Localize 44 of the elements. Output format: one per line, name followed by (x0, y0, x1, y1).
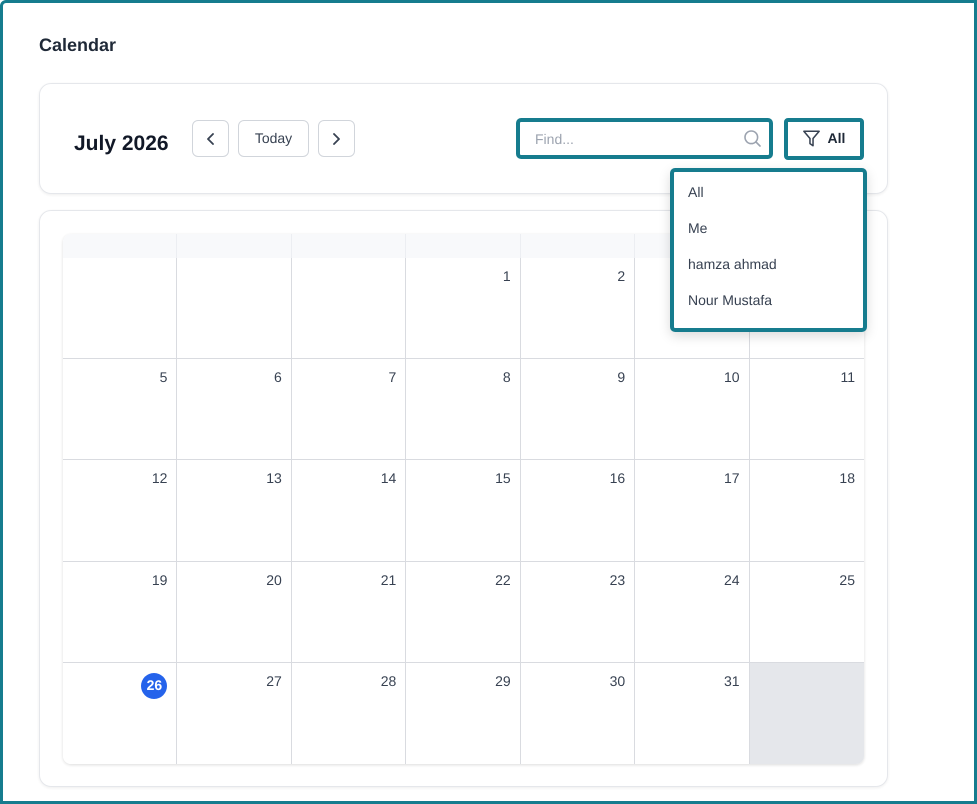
search-icon (744, 130, 761, 147)
day-number: 2 (617, 267, 626, 286)
filter-menu-item[interactable]: Nour Mustafa (674, 282, 863, 318)
chevron-right-icon (333, 132, 340, 144)
day-number: 1 (502, 267, 511, 286)
day-number: 21 (380, 570, 396, 590)
day-number: 6 (274, 368, 282, 388)
day-number: 7 (388, 368, 396, 388)
day-number: 11 (840, 368, 855, 388)
chevron-left-icon (207, 132, 214, 144)
day-number: 30 (610, 672, 626, 691)
filter-button[interactable]: All (784, 118, 864, 160)
day-number: 18 (839, 469, 855, 488)
day-number: 31 (724, 672, 740, 691)
filter-menu-item[interactable]: Me (674, 210, 863, 246)
day-number: 12 (152, 469, 168, 488)
today-button[interactable]: Today (238, 120, 309, 157)
day-number: 27 (266, 672, 282, 691)
previous-month-button[interactable] (192, 120, 229, 157)
day-number: 19 (152, 570, 168, 590)
filter-menu-item[interactable]: All (674, 174, 863, 210)
today-day-number: 26 (141, 672, 168, 699)
day-number: 29 (495, 672, 511, 691)
search-field[interactable]: Find... (516, 118, 773, 159)
day-number: 10 (724, 368, 740, 388)
day-number: 17 (724, 469, 740, 488)
day-number: 22 (495, 570, 511, 590)
day-number: 5 (160, 368, 168, 388)
day-number: 20 (266, 570, 282, 590)
month-title: July 2026 (74, 130, 169, 156)
day-number: 28 (380, 672, 396, 691)
day-number: 15 (495, 469, 511, 488)
day-number: 23 (610, 570, 626, 590)
day-number: 8 (502, 368, 511, 388)
day-number: 25 (839, 570, 855, 590)
day-number: 13 (266, 469, 282, 488)
next-month-button[interactable] (318, 120, 355, 157)
filter-icon (802, 130, 820, 147)
day-number: 16 (610, 469, 626, 488)
day-number: 24 (724, 570, 740, 590)
day-number: 9 (617, 368, 626, 388)
page-title: Calendar (39, 34, 116, 57)
filter-menu-item[interactable]: hamza ahmad (674, 246, 863, 282)
day-number: 14 (380, 469, 396, 488)
